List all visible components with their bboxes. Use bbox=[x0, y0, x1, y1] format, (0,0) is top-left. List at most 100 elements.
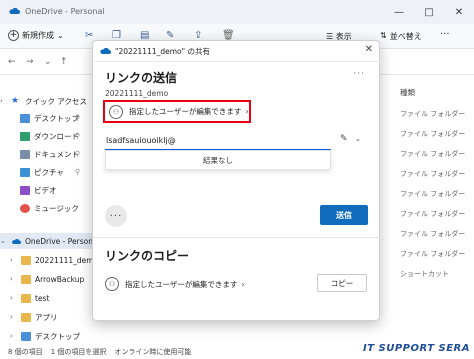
onedrive-icon bbox=[12, 238, 21, 244]
sidebar-item-videos[interactable]: ビデオ bbox=[0, 182, 92, 198]
chevron-right-icon: › bbox=[0, 97, 3, 105]
pin-icon: ⚲ bbox=[74, 114, 80, 122]
download-icon bbox=[20, 131, 30, 141]
chevron-down-icon: ⌄ bbox=[57, 31, 64, 40]
list-item[interactable]: ファイル フォルダー bbox=[400, 149, 465, 159]
sidebar-item-downloads[interactable]: ダウンロード ⚲ bbox=[0, 128, 92, 144]
sidebar-item-label: アプリ bbox=[35, 312, 58, 322]
send-button[interactable]: 送信 bbox=[320, 205, 368, 225]
new-label: 新規作成 bbox=[22, 31, 54, 40]
new-button[interactable]: + 新規作成 ⌄ bbox=[8, 30, 64, 41]
window-title: OneDrive - Personal bbox=[25, 7, 105, 16]
folder-icon bbox=[21, 331, 31, 341]
sidebar-item-onedrive[interactable]: ⌄ OneDrive - Personal bbox=[0, 233, 92, 249]
chevron-down-icon: ⌄ bbox=[0, 237, 6, 245]
sort-icon: ⇅ bbox=[380, 31, 387, 40]
pictures-icon bbox=[20, 167, 30, 177]
list-item[interactable]: ファイル フォルダー bbox=[400, 169, 465, 179]
more-options-button[interactable]: ··· bbox=[105, 205, 127, 227]
list-item[interactable]: ファイル フォルダー bbox=[400, 229, 465, 239]
people-icon: ⚇ bbox=[105, 277, 119, 291]
music-icon bbox=[20, 203, 30, 213]
chevron-right-icon: › bbox=[10, 332, 13, 340]
shared-item-name: 20221111_demo bbox=[105, 89, 169, 98]
list-item[interactable]: ファイル フォルダー bbox=[400, 129, 465, 139]
sidebar-item-label: クイック アクセス bbox=[25, 96, 88, 106]
list-item[interactable]: ファイル フォルダー bbox=[400, 189, 465, 199]
chevron-down-icon[interactable]: ⌄ bbox=[355, 135, 361, 143]
copy-button[interactable]: コピー bbox=[317, 274, 367, 292]
list-item[interactable]: ファイル フォルダー bbox=[400, 249, 465, 259]
sidebar-item-label: ピクチャ bbox=[34, 167, 64, 177]
forward-icon[interactable]: → bbox=[26, 57, 34, 67]
pin-icon: ⚲ bbox=[74, 150, 80, 158]
share-dialog: "20221111_demo" の共有 ✕ リンクの送信 ··· 2022111… bbox=[92, 40, 381, 321]
back-icon[interactable]: ← bbox=[8, 57, 16, 67]
sidebar-item-apps[interactable]: › アプリ bbox=[0, 309, 92, 325]
cut-icon[interactable]: ✂ bbox=[85, 30, 93, 41]
folder-icon bbox=[21, 274, 31, 284]
search-no-results: 結果なし bbox=[105, 150, 331, 170]
chevron-right-icon: › bbox=[245, 107, 249, 116]
sidebar-item-quick-access[interactable]: › ★ クイック アクセス bbox=[0, 93, 92, 109]
close-icon[interactable]: ✕ bbox=[365, 44, 373, 55]
plus-icon: + bbox=[8, 30, 19, 41]
sidebar-item-label: ミュージック bbox=[34, 203, 79, 213]
sidebar-item-documents[interactable]: ドキュメント ⚲ bbox=[0, 146, 92, 162]
send-link-title: リンクの送信 bbox=[105, 71, 178, 85]
sidebar-item-label: 20221111_demo bbox=[35, 255, 92, 265]
list-item[interactable]: ショートカット bbox=[400, 269, 449, 279]
documents-icon bbox=[20, 149, 30, 159]
list-item[interactable]: ファイル フォルダー bbox=[400, 209, 465, 219]
sidebar-item-desktop[interactable]: デスクトップ ⚲ bbox=[0, 110, 92, 126]
permission-label: 指定したユーザーが編集できます bbox=[129, 107, 242, 116]
chevron-right-icon: › bbox=[10, 275, 13, 283]
sidebar-item-label: ドキュメント bbox=[34, 149, 79, 159]
copy-link-title: リンクのコピー bbox=[105, 249, 190, 263]
title-bar: OneDrive - Personal — □ ✕ bbox=[0, 0, 474, 24]
sidebar-item-label: ダウンロード bbox=[34, 131, 79, 141]
edit-permission-icon[interactable]: ✎ bbox=[340, 134, 348, 144]
recipient-email-value: lsadfsauiouoiklj@ bbox=[106, 136, 176, 145]
column-header-type[interactable]: 種類 bbox=[400, 87, 415, 98]
divider bbox=[93, 61, 381, 62]
permission-settings-button[interactable]: ⚇ 指定したユーザーが編集できます › bbox=[103, 100, 251, 123]
chevron-right-icon: › bbox=[10, 294, 13, 302]
pin-icon: ⚲ bbox=[74, 132, 80, 140]
sidebar-item-label: OneDrive - Personal bbox=[25, 236, 92, 246]
watermark: IT SUPPORT SERA bbox=[362, 343, 470, 354]
pin-icon: ⚲ bbox=[74, 168, 80, 176]
selection-count: 1 個の項目を選択 bbox=[50, 348, 107, 356]
up-icon[interactable]: ↑ bbox=[60, 57, 68, 67]
sidebar-item-label: test bbox=[35, 293, 50, 303]
more-options-button[interactable]: ··· bbox=[440, 29, 450, 40]
onedrive-icon bbox=[100, 47, 111, 54]
dialog-title: "20221111_demo" の共有 bbox=[115, 47, 210, 56]
star-icon: ★ bbox=[11, 95, 20, 106]
list-item[interactable]: ファイル フォルダー bbox=[400, 109, 465, 119]
sidebar-item-pictures[interactable]: ピクチャ ⚲ bbox=[0, 164, 92, 180]
chevron-right-icon: › bbox=[10, 256, 13, 264]
navigation-pane: › ★ クイック アクセス デスクトップ ⚲ ダウンロード ⚲ ドキュメント ⚲… bbox=[0, 75, 92, 345]
sidebar-item-20221111-demo[interactable]: › 20221111_demo bbox=[0, 252, 92, 268]
folder-icon bbox=[21, 293, 31, 303]
window-controls: — □ ✕ bbox=[384, 0, 474, 24]
sidebar-item-label: ビデオ bbox=[34, 185, 57, 195]
item-count: 8 個の項目 bbox=[8, 348, 43, 356]
sidebar-item-test[interactable]: › test bbox=[0, 290, 92, 306]
sidebar-item-label: ArrowBackup bbox=[35, 274, 85, 284]
more-options-icon[interactable]: ··· bbox=[353, 69, 365, 79]
sort-label: 並べ替え bbox=[389, 32, 422, 41]
chevron-right-icon: › bbox=[241, 279, 245, 289]
sidebar-item-label: デスクトップ bbox=[34, 113, 79, 123]
minimize-button[interactable]: — bbox=[384, 0, 414, 24]
close-button[interactable]: ✕ bbox=[444, 0, 474, 24]
maximize-button[interactable]: □ bbox=[414, 0, 444, 24]
sidebar-item-music[interactable]: ミュージック bbox=[0, 200, 92, 216]
permission-label: 指定したユーザーが編集できます bbox=[125, 279, 238, 289]
sidebar-item-desktop-folder[interactable]: › デスクトップ bbox=[0, 328, 92, 344]
sort-button[interactable]: ⇅ 並べ替え bbox=[380, 31, 422, 42]
chevron-down-icon[interactable]: ⌄ bbox=[44, 57, 52, 67]
file-list-type-column: 種類 ファイル フォルダー ファイル フォルダー ファイル フォルダー ファイル… bbox=[396, 75, 474, 345]
sidebar-item-arrowbackup[interactable]: › ArrowBackup bbox=[0, 271, 92, 287]
